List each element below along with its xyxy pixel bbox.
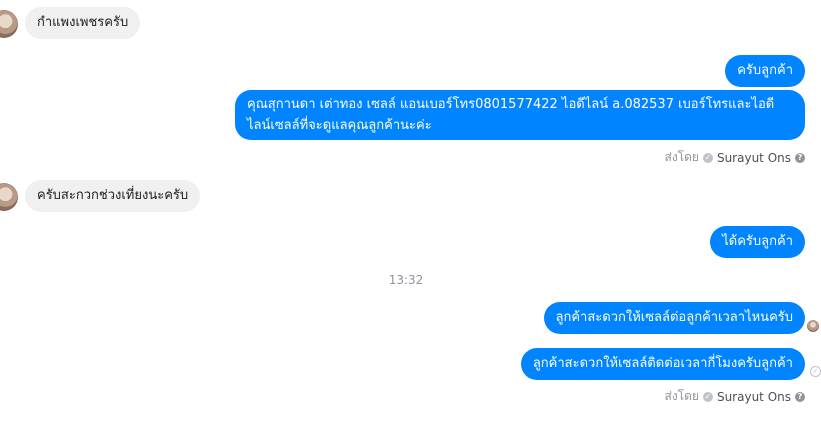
outgoing-message[interactable]: ลูกค้าสะดวกให้เซลล์ต่อลูกค้าเวลาไหนครับ xyxy=(543,302,805,334)
question-circle-icon[interactable]: ? xyxy=(795,152,805,163)
contact-avatar[interactable] xyxy=(0,10,18,38)
incoming-message[interactable]: กำแพงเพชรครับ xyxy=(25,7,141,39)
sent-by-info: ส่งโดย ✓ Surayut Ons ? xyxy=(664,387,805,406)
incoming-message[interactable]: ครับสะกวกช่วงเที่ยงนะครับ xyxy=(25,180,201,212)
outgoing-message[interactable]: ลูกค้าสะดวกให้เซลล์ติดต่อเวลากี่โมงครับล… xyxy=(520,348,805,380)
check-circle-icon: ✓ xyxy=(702,391,713,402)
sender-name[interactable]: Surayut Ons xyxy=(717,151,791,165)
seen-indicator-avatar xyxy=(807,320,819,332)
sent-by-label: ส่งโดย xyxy=(664,150,699,164)
outgoing-message[interactable]: ได้ครับลูกค้า xyxy=(710,226,805,258)
message-thread: กำแพงเพชรครับ ครับลูกค้า คุณสุกานดา เต่า… xyxy=(0,0,821,423)
sent-by-label: ส่งโดย xyxy=(664,389,699,403)
question-circle-icon[interactable]: ? xyxy=(795,391,805,402)
sent-by-info: ส่งโดย ✓ Surayut Ons ? xyxy=(664,148,805,167)
outgoing-message[interactable]: ครับลูกค้า xyxy=(725,55,805,87)
outgoing-message[interactable]: คุณสุกานดา เต่าทอง เซลล์ แอนเบอร์โทร0801… xyxy=(235,90,805,140)
message-timestamp: 13:32 xyxy=(388,273,424,287)
sent-status-icon: ✓ xyxy=(810,366,821,377)
contact-avatar[interactable] xyxy=(0,183,18,211)
sender-name[interactable]: Surayut Ons xyxy=(717,390,791,404)
check-circle-icon: ✓ xyxy=(702,152,713,163)
